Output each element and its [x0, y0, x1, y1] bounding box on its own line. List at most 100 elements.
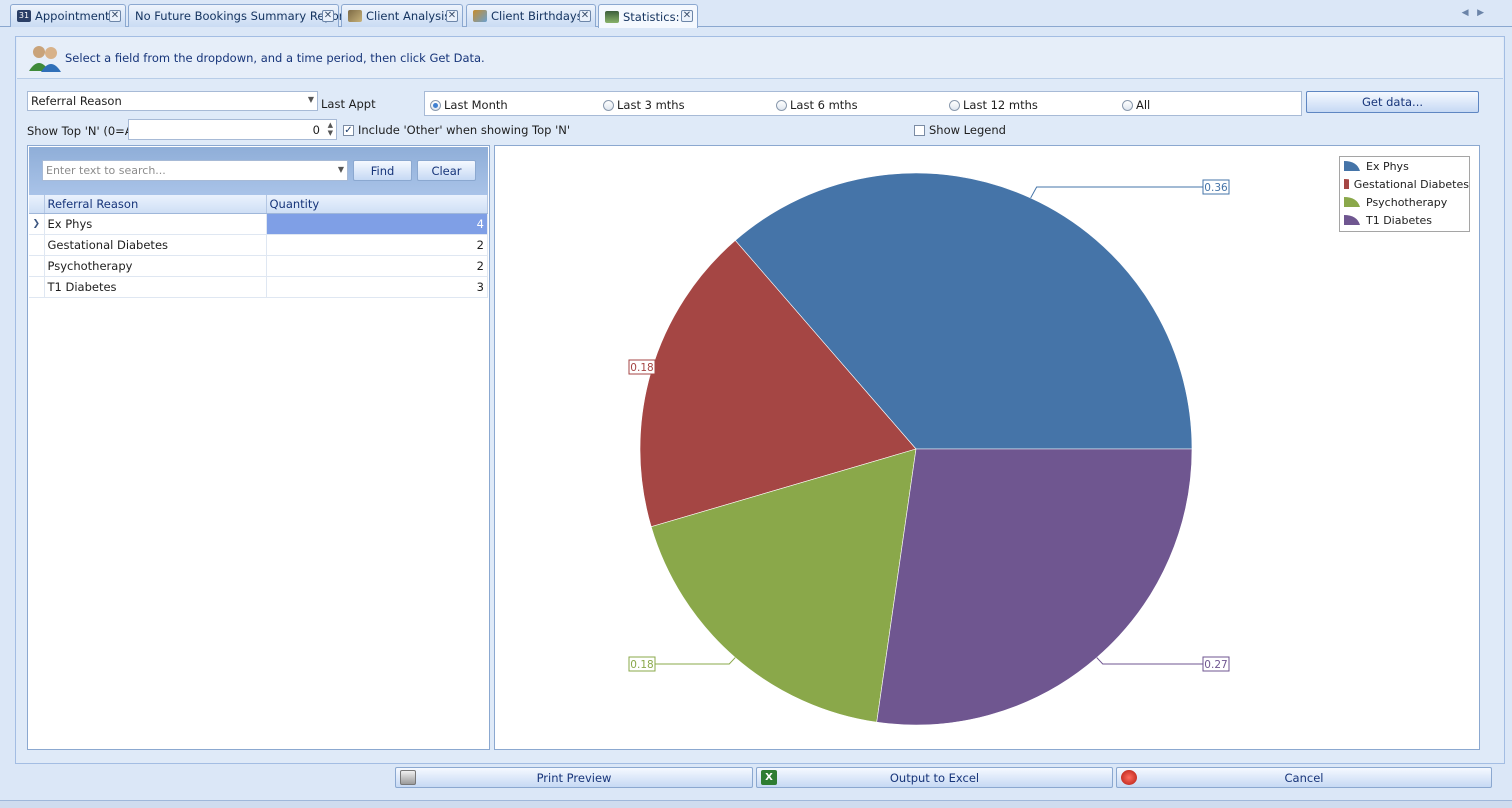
cancel-label: Cancel: [1284, 770, 1324, 785]
instruction-text: Select a field from the dropdown, and a …: [65, 50, 485, 65]
show-legend-label: Show Legend: [929, 123, 1006, 137]
cell-reason[interactable]: Ex Phys: [44, 213, 267, 235]
status-strip: [0, 800, 1512, 808]
tab-statistics[interactable]: Statistics: ✕: [598, 4, 698, 28]
checkbox-icon: [914, 124, 925, 136]
close-icon[interactable]: ✕: [579, 10, 591, 22]
pie-chart-panel: 0.36 0.18 0.18 0.27 Ex Phys Gestational Dia…: [494, 145, 1480, 750]
date-field-label: Last Appt: [321, 97, 376, 111]
analysis-icon: [348, 10, 362, 22]
close-icon[interactable]: ✕: [681, 10, 693, 22]
instruction-bar: Select a field from the dropdown, and a …: [17, 37, 1503, 79]
radio-all[interactable]: All: [1122, 98, 1150, 112]
pie-chart: 0.36 0.18 0.18 0.27: [628, 172, 1230, 726]
print-preview-label: Print Preview: [536, 770, 612, 785]
chevron-down-icon: ▼: [307, 95, 314, 104]
cell-reason[interactable]: Psychotherapy: [44, 255, 267, 277]
radio-dot-icon: [776, 99, 787, 111]
tab-label: No Future Bookings Summary Report: [135, 9, 348, 23]
cell-quantity[interactable]: 3: [266, 276, 488, 298]
cell-reason[interactable]: Gestational Diabetes: [44, 234, 267, 256]
output-to-excel-button[interactable]: X Output to Excel: [756, 767, 1113, 788]
statistics-icon: [605, 10, 619, 23]
tab-client-analysis[interactable]: Client Analysis ✕: [341, 4, 463, 27]
radio-last-3-months[interactable]: Last 3 mths: [603, 98, 685, 112]
radio-dot-icon: [949, 99, 960, 111]
radio-label: Last Month: [444, 98, 508, 112]
tab-no-future-bookings[interactable]: No Future Bookings Summary Report ✕: [128, 4, 348, 27]
legend-swatch-3: [1344, 215, 1360, 225]
cell-quantity[interactable]: 2: [266, 234, 488, 256]
data-label: 0.27: [1204, 659, 1227, 671]
radio-dot-icon: [430, 99, 441, 111]
table-row[interactable]: Psychotherapy 2: [29, 255, 488, 277]
spinner-arrows-icon[interactable]: ▲ ▼: [328, 121, 333, 137]
legend-swatch-2: [1344, 197, 1360, 207]
close-icon[interactable]: ✕: [109, 10, 121, 22]
radio-dot-icon: [1122, 99, 1133, 111]
radio-label: Last 12 mths: [963, 98, 1038, 112]
table-header-row: Referral Reason Quantity: [29, 195, 488, 214]
leader-line: [1030, 186, 1203, 199]
table-row[interactable]: T1 Diabetes 3: [29, 276, 488, 298]
radio-last-12-months[interactable]: Last 12 mths: [949, 98, 1038, 112]
row-pointer-icon: ❯: [29, 213, 45, 235]
show-legend-checkbox[interactable]: Show Legend: [914, 123, 1006, 137]
tab-client-birthdays[interactable]: Client Birthdays ✕: [466, 4, 596, 27]
radio-last-6-months[interactable]: Last 6 mths: [776, 98, 858, 112]
legend-label: T1 Diabetes: [1366, 213, 1433, 227]
table-row[interactable]: Gestational Diabetes 2: [29, 234, 488, 256]
chevron-down-icon: ▼: [337, 165, 344, 174]
tab-appointments[interactable]: 31 Appointments ✕: [10, 4, 126, 27]
calendar-icon: 31: [17, 10, 31, 22]
legend-label: Psychotherapy: [1366, 195, 1448, 209]
period-radio-group: Last Month Last 3 mths Last 6 mths Last …: [424, 91, 1302, 116]
close-icon[interactable]: ✕: [446, 10, 458, 22]
find-button[interactable]: Find: [353, 160, 412, 181]
top-n-label: Show Top 'N' (0=All): [27, 124, 144, 138]
data-label: 0.36: [1204, 182, 1228, 194]
table-row[interactable]: ❯ Ex Phys 4: [29, 213, 488, 235]
tab-label: Client Analysis: [366, 9, 451, 23]
document-tab-bar: 31 Appointments ✕ No Future Bookings Sum…: [0, 0, 1512, 28]
print-preview-button[interactable]: Print Preview: [395, 767, 753, 788]
legend-item: T1 Diabetes: [1340, 211, 1469, 229]
pie-slice-t1-diabetes[interactable]: [876, 448, 1193, 726]
legend-item: Ex Phys: [1340, 157, 1469, 175]
row-indicator: [29, 276, 45, 298]
data-label: 0.18: [630, 659, 653, 671]
legend-item: Gestational Diabetes: [1340, 175, 1469, 193]
cell-quantity[interactable]: 2: [266, 255, 488, 277]
birthday-icon: [473, 10, 487, 22]
radio-label: All: [1136, 98, 1151, 112]
legend-swatch-0: [1344, 161, 1360, 171]
include-other-label: Include 'Other' when showing Top 'N': [358, 123, 571, 137]
legend-swatch-1: [1344, 179, 1349, 189]
tab-label: Statistics:: [623, 9, 680, 24]
clear-button[interactable]: Clear: [417, 160, 476, 181]
tab-scroll-arrows[interactable]: ◀ ▶: [1462, 8, 1484, 18]
search-placeholder: Enter text to search...: [46, 164, 166, 177]
radio-label: Last 3 mths: [617, 98, 685, 112]
field-dropdown[interactable]: Referral Reason ▼: [27, 91, 318, 111]
row-indicator: [29, 255, 45, 277]
get-data-button[interactable]: Get data...: [1306, 91, 1479, 113]
top-n-value: 0: [312, 122, 320, 137]
column-header-quantity[interactable]: Quantity: [266, 195, 488, 214]
results-table: Referral Reason Quantity ❯ Ex Phys 4 Ges…: [29, 195, 488, 298]
radio-label: Last 6 mths: [790, 98, 858, 112]
find-panel: Enter text to search... ▼ Find Clear: [29, 147, 488, 195]
cell-quantity[interactable]: 4: [266, 213, 488, 235]
include-other-checkbox[interactable]: ✓ Include 'Other' when showing Top 'N': [343, 123, 570, 137]
cancel-icon: [1121, 770, 1137, 785]
cancel-button[interactable]: Cancel: [1116, 767, 1492, 788]
row-indicator-header: [29, 195, 45, 214]
column-header-reason[interactable]: Referral Reason: [44, 195, 267, 214]
radio-last-month[interactable]: Last Month: [430, 98, 508, 112]
search-input[interactable]: Enter text to search... ▼: [42, 160, 348, 181]
legend-label: Gestational Diabetes: [1353, 177, 1469, 191]
radio-dot-icon: [603, 99, 614, 111]
close-icon[interactable]: ✕: [322, 10, 334, 22]
cell-reason[interactable]: T1 Diabetes: [44, 276, 267, 298]
top-n-spinner[interactable]: 0 ▲ ▼: [128, 119, 337, 140]
